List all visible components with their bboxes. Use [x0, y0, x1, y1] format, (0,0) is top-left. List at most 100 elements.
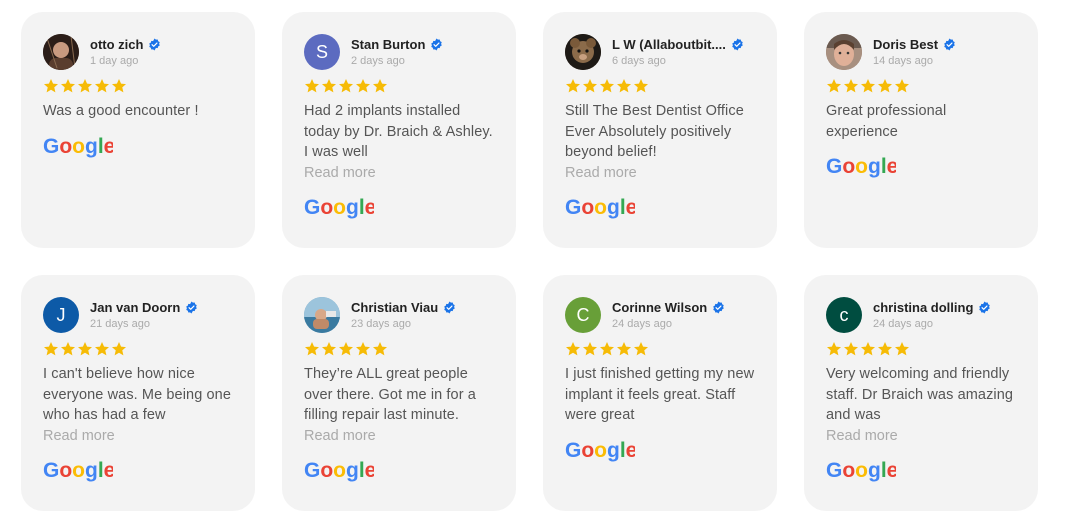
svg-text:Google: Google	[43, 135, 113, 158]
star-icon	[583, 342, 597, 356]
star-icon	[373, 342, 387, 356]
review-header: Christian Viau 23 days ago	[304, 297, 494, 333]
svg-text:Google: Google	[565, 439, 635, 462]
google-logo-icon: Google	[826, 458, 1016, 482]
review-date: 1 day ago	[90, 55, 139, 67]
star-icon	[356, 342, 370, 356]
google-logo-icon: Google	[43, 134, 233, 158]
review-card: L W (Allaboutbit.... 6 days ago Still Th…	[543, 12, 777, 248]
svg-text:Google: Google	[304, 196, 374, 219]
avatar-initial: S	[315, 41, 328, 62]
avatar	[826, 34, 862, 70]
star-icon	[878, 79, 892, 93]
reviewer-meta: Jan van Doorn 21 days ago	[90, 300, 198, 330]
star-rating	[304, 78, 494, 95]
verified-badge-icon	[732, 38, 743, 51]
star-icon	[583, 79, 597, 93]
star-icon	[617, 342, 631, 356]
star-icon	[112, 79, 126, 93]
star-icon	[95, 79, 109, 93]
reviewer-meta: christina dolling 24 days ago	[873, 300, 991, 330]
svg-text:Google: Google	[304, 459, 374, 482]
review-card: Doris Best 14 days ago Great professiona…	[804, 12, 1038, 248]
star-icon	[373, 79, 387, 93]
google-logo-icon: Google	[304, 195, 494, 219]
star-icon	[566, 79, 580, 93]
review-date: 21 days ago	[90, 318, 150, 330]
review-header: Doris Best 14 days ago	[826, 34, 1016, 70]
review-date: 2 days ago	[351, 55, 405, 67]
review-text: Great professional experience	[826, 103, 947, 140]
star-icon	[322, 342, 336, 356]
google-logo-icon: Google	[565, 438, 755, 462]
verified-badge-icon	[944, 38, 955, 51]
review-date: 23 days ago	[351, 318, 411, 330]
verified-badge-icon	[186, 301, 198, 314]
read-more-link[interactable]: Read more	[304, 426, 494, 447]
reviewer-name: Corinne Wilson	[612, 300, 708, 315]
star-rating	[826, 78, 1016, 95]
star-icon	[827, 79, 841, 93]
review-header: otto zich 1 day ago	[43, 34, 233, 70]
read-more-link[interactable]: Read more	[826, 426, 1016, 447]
star-icon	[356, 79, 370, 93]
review-text: I just finished getting my new implant i…	[565, 366, 755, 423]
verified-badge-icon	[149, 38, 161, 51]
reviewer-meta: otto zich 1 day ago	[90, 37, 161, 67]
review-date: 14 days ago	[873, 55, 933, 67]
review-text: Was a good encounter !	[43, 103, 199, 119]
review-header: S Stan Burton 2 days ago	[304, 34, 494, 70]
star-icon	[895, 342, 909, 356]
review-date: 6 days ago	[612, 55, 666, 67]
review-card: otto zich 1 day ago Was a good encounter…	[21, 12, 255, 248]
reviewer-meta: Christian Viau 23 days ago	[351, 300, 456, 330]
review-card: S Stan Burton 2 days ago Had 2 implants …	[282, 12, 516, 248]
review-text: Very welcoming and friendly staff. Dr Br…	[826, 366, 1014, 423]
review-header: c christina dolling 24 days ago	[826, 297, 1016, 333]
read-more-link[interactable]: Read more	[565, 163, 755, 184]
reviewer-name: Jan van Doorn	[90, 300, 181, 315]
star-icon	[44, 79, 58, 93]
star-icon	[305, 342, 319, 356]
review-text: I can't believe how nice everyone was. M…	[43, 366, 231, 423]
review-header: C Corinne Wilson 24 days ago	[565, 297, 755, 333]
reviewer-meta: L W (Allaboutbit.... 6 days ago	[612, 37, 744, 67]
read-more-link[interactable]: Read more	[304, 163, 494, 184]
review-card: Christian Viau 23 days ago They’re ALL g…	[282, 275, 516, 511]
svg-text:Google: Google	[565, 196, 635, 219]
star-icon	[339, 342, 353, 356]
star-icon	[844, 342, 858, 356]
google-logo-icon: Google	[43, 458, 233, 482]
star-icon	[95, 342, 109, 356]
avatar-initial: C	[576, 304, 590, 325]
review-header: J Jan van Doorn 21 days ago	[43, 297, 233, 333]
google-logo-icon: Google	[304, 458, 494, 482]
star-icon	[861, 342, 875, 356]
review-text: They’re ALL great people over there. Got…	[304, 366, 476, 423]
reviewer-name: Christian Viau	[351, 300, 439, 315]
reviewer-name: L W (Allaboutbit....	[612, 37, 726, 52]
star-rating	[43, 341, 233, 358]
google-logo-icon: Google	[826, 154, 1016, 178]
star-icon	[44, 342, 58, 356]
star-icon	[895, 79, 909, 93]
review-text: Had 2 implants installed today by Dr. Br…	[304, 103, 493, 160]
review-header: L W (Allaboutbit.... 6 days ago	[565, 34, 755, 70]
avatar-initial: J	[56, 304, 66, 325]
reviewer-meta: Stan Burton 2 days ago	[351, 37, 443, 67]
verified-badge-icon	[444, 301, 455, 314]
star-icon	[617, 79, 631, 93]
verified-badge-icon	[979, 301, 991, 314]
star-icon	[634, 342, 648, 356]
review-date: 24 days ago	[873, 318, 933, 330]
star-rating	[304, 341, 494, 358]
svg-text:Google: Google	[43, 459, 113, 482]
star-icon	[861, 79, 875, 93]
review-card: J Jan van Doorn 21 days ago I can't beli…	[21, 275, 255, 511]
reviewer-meta: Corinne Wilson 24 days ago	[612, 300, 725, 330]
star-icon	[827, 342, 841, 356]
read-more-link[interactable]: Read more	[43, 426, 233, 447]
google-logo-icon: Google	[565, 195, 755, 219]
star-icon	[878, 342, 892, 356]
star-icon	[112, 342, 126, 356]
